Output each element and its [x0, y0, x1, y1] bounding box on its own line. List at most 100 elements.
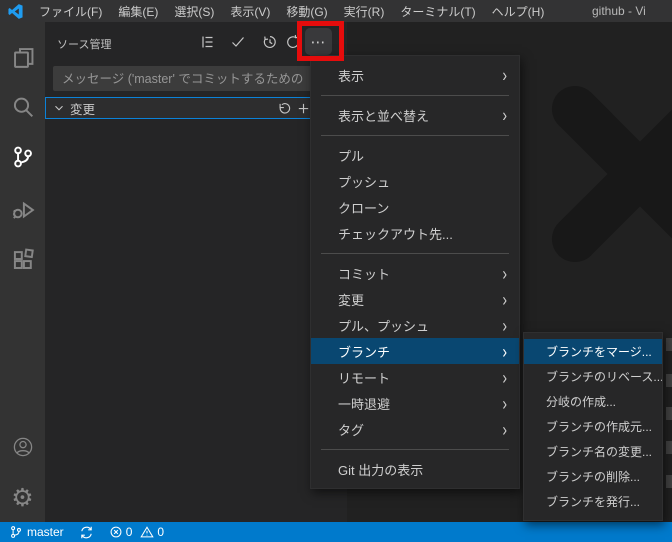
clipped-watermark-text	[666, 475, 672, 488]
menu-item[interactable]: 表示と並べ替え ›	[311, 102, 519, 128]
history-icon[interactable]	[259, 31, 281, 53]
menu-item[interactable]: ブランチのリベース...	[524, 364, 662, 389]
vscode-window: ファイル(F) 編集(E) 選択(S) 表示(V) 移動(G) 実行(R) ターミナル(T)…	[0, 0, 672, 542]
changes-section-label: 変更	[70, 102, 96, 117]
menu-item[interactable]: チェックアウト先...	[311, 220, 519, 246]
menu-item-label: ブランチ名の変更...	[546, 445, 653, 459]
chevron-down-icon	[52, 101, 66, 115]
status-bar: master 0 0	[0, 522, 672, 542]
activity-bar: ⚙	[0, 22, 45, 522]
settings-gear-icon[interactable]: ⚙	[0, 474, 45, 520]
menu-item-label: プッシュ	[338, 174, 391, 190]
window-title: github - Vi	[592, 4, 646, 18]
submenu-arrow-icon: ›	[502, 104, 507, 126]
menu-item-label: コミット	[338, 266, 391, 282]
menu-item[interactable]: プル、プッシュ ›	[311, 312, 519, 338]
menu-item[interactable]: コミット ›	[311, 260, 519, 286]
source-control-more-actions-menu: 表示 › 表示と並べ替え › プル プッシュ クローン チェックアウト先... コミット › 変更 ›…	[310, 55, 520, 489]
menu-item[interactable]: 分岐の作成...	[524, 389, 662, 414]
menubar-item[interactable]: ターミナル(T)	[392, 0, 483, 22]
menu-item[interactable]: ブランチ名の変更...	[524, 439, 662, 464]
menubar-item[interactable]: ファイル(F)	[31, 0, 110, 22]
clipped-watermark-text	[666, 374, 672, 387]
sync-button[interactable]	[79, 525, 94, 540]
menu-item-label: 変更	[338, 292, 365, 308]
warning-icon	[140, 526, 155, 538]
clipped-watermark-text	[666, 407, 672, 420]
sync-icon	[80, 526, 92, 538]
menu-item-label: ブランチ	[338, 344, 391, 360]
menubar-item[interactable]: 実行(R)	[336, 0, 393, 22]
branch-name: master	[27, 525, 64, 539]
menu-item[interactable]: タグ ›	[311, 416, 519, 442]
menu-item-label: 表示	[338, 68, 365, 84]
submenu-arrow-icon: ›	[502, 314, 507, 336]
branch-indicator[interactable]: master	[9, 525, 64, 539]
menubar-item[interactable]: 編集(E)	[110, 0, 166, 22]
menu-item-label: プル、プッシュ	[338, 318, 430, 334]
menu-item-label: プル	[338, 148, 365, 164]
menu-item-label: 一時退避	[338, 396, 391, 412]
explorer-icon[interactable]	[0, 34, 45, 80]
menu-bar: ファイル(F) 編集(E) 選択(S) 表示(V) 移動(G) 実行(R) ターミナル(T)…	[31, 0, 552, 22]
menu-item[interactable]: プル	[311, 142, 519, 168]
clipped-watermark-text	[666, 338, 672, 351]
menu-item[interactable]: ブランチの作成元...	[524, 414, 662, 439]
source-control-icon[interactable]	[0, 134, 45, 180]
run-debug-icon[interactable]	[0, 186, 45, 232]
gear-glyph: ⚙	[11, 482, 34, 512]
menu-item[interactable]: 一時退避 ›	[311, 390, 519, 416]
menu-item-label: チェックアウト先...	[338, 226, 453, 242]
submenu-arrow-icon: ›	[502, 340, 507, 362]
menu-item[interactable]: Git 出力の表示	[311, 456, 519, 482]
menu-separator	[321, 134, 509, 136]
menu-separator	[321, 94, 509, 96]
menu-item[interactable]: 表示 ›	[311, 62, 519, 88]
changes-section-header[interactable]: 変更	[45, 97, 347, 119]
problems-indicator[interactable]: 0 0	[109, 525, 164, 539]
discard-icon[interactable]	[275, 99, 293, 117]
menu-item-label: タグ	[338, 422, 365, 438]
menu-separator	[321, 252, 509, 254]
more-actions-glyph: ⋯	[310, 33, 327, 51]
refresh-icon[interactable]	[282, 31, 304, 53]
menu-item-label: ブランチをマージ...	[546, 345, 652, 359]
extensions-icon[interactable]	[0, 236, 45, 282]
menu-item-label: リモート	[338, 370, 391, 386]
menu-item-label: 分岐の作成...	[546, 395, 617, 409]
account-icon[interactable]	[0, 424, 45, 470]
error-count: 0	[125, 525, 133, 539]
menu-item-label: 表示と並べ替え	[338, 108, 430, 124]
submenu-arrow-icon: ›	[502, 418, 507, 440]
menu-item[interactable]: 変更 ›	[311, 286, 519, 312]
commit-check-icon[interactable]	[227, 31, 249, 53]
menu-item-label: Git 出力の表示	[338, 462, 424, 478]
menu-item[interactable]: ブランチの削除...	[524, 464, 662, 489]
submenu-arrow-icon: ›	[502, 288, 507, 310]
more-actions-icon[interactable]: ⋯	[305, 28, 332, 55]
menubar-item[interactable]: 表示(V)	[222, 0, 278, 22]
list-tree-icon[interactable]	[196, 31, 218, 53]
menubar-item[interactable]: 選択(S)	[166, 0, 222, 22]
menu-item[interactable]: プッシュ	[311, 168, 519, 194]
git-branch-icon	[11, 526, 21, 538]
branch-submenu: ブランチをマージ... ブランチのリベース... 分岐の作成... ブランチの作成元.…	[523, 332, 663, 521]
menu-item-label: クローン	[338, 200, 390, 216]
menu-item[interactable]: ブランチを発行...	[524, 489, 662, 514]
menubar-item[interactable]: 移動(G)	[278, 0, 335, 22]
submenu-arrow-icon: ›	[502, 392, 507, 414]
submenu-arrow-icon: ›	[502, 262, 507, 284]
search-icon[interactable]	[0, 84, 45, 130]
sidebar-title: ソース管理	[57, 39, 112, 51]
menu-item-label: ブランチを発行...	[546, 495, 641, 509]
commit-message-input[interactable]	[53, 66, 338, 91]
menu-item[interactable]: リモート ›	[311, 364, 519, 390]
menubar-item[interactable]: ヘルプ(H)	[484, 0, 553, 22]
menu-item[interactable]: ブランチ ›	[311, 338, 519, 364]
menu-item[interactable]: ブランチをマージ...	[524, 339, 662, 364]
vscode-logo-icon	[8, 3, 23, 19]
menu-item[interactable]: クローン	[311, 194, 519, 220]
source-control-sidebar: ソース管理 ⋯ 変更	[45, 22, 347, 522]
title-bar: ファイル(F) 編集(E) 選択(S) 表示(V) 移動(G) 実行(R) ターミナル(T)…	[0, 0, 672, 22]
menu-item-label: ブランチの作成元...	[546, 420, 653, 434]
